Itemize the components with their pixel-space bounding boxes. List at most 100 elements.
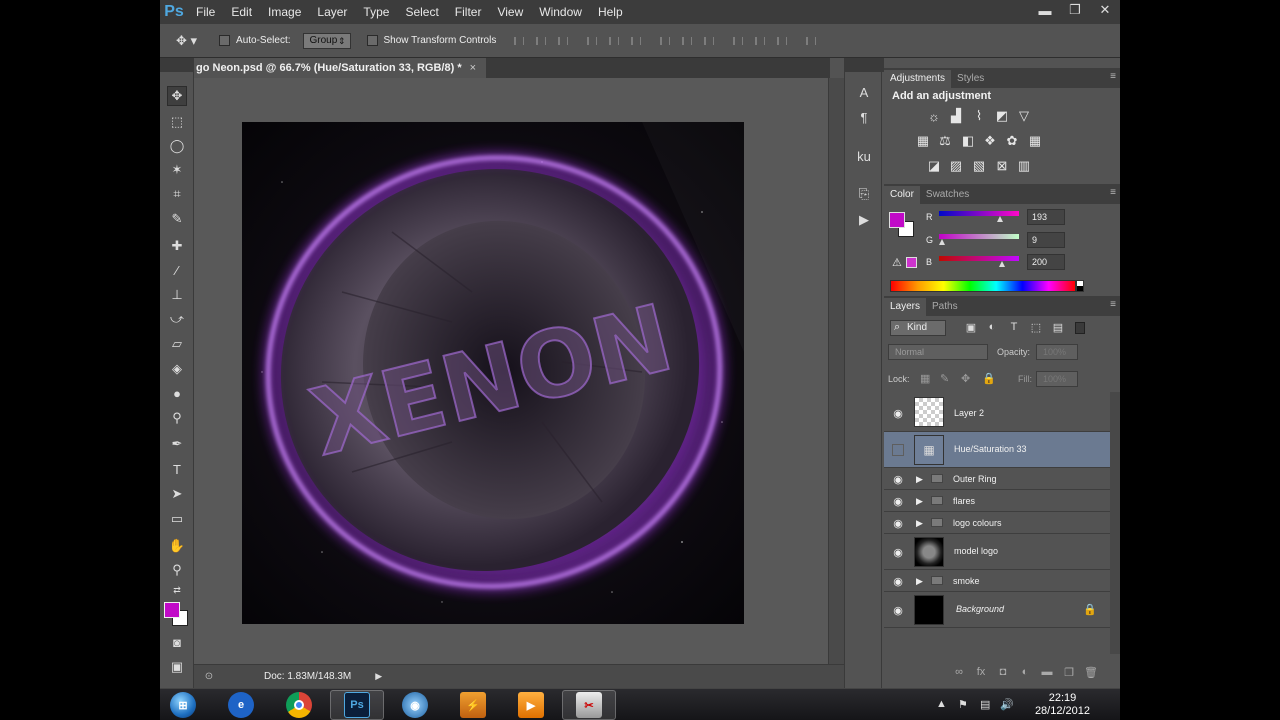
layer-name[interactable]: smoke <box>953 576 980 586</box>
character-panel-icon[interactable]: A <box>854 82 874 102</box>
expand-arrow-icon[interactable]: ▶ <box>916 474 923 485</box>
layer-row[interactable]: ◉ Background 🔒 <box>884 592 1110 628</box>
tab-styles[interactable]: Styles <box>951 70 990 88</box>
expand-arrow-icon[interactable]: ▶ <box>916 518 923 529</box>
dodge-tool-icon[interactable]: ⚲ <box>167 408 187 428</box>
document-close-icon[interactable]: × <box>470 58 476 78</box>
filter-pixel-icon[interactable]: ▣ <box>964 320 978 334</box>
menu-type[interactable]: Type <box>355 0 397 24</box>
threshold-icon[interactable]: ▧ <box>971 158 987 174</box>
zoom-indicator-icon[interactable]: ⊙ <box>194 669 224 685</box>
visibility-off-icon[interactable] <box>892 444 904 456</box>
kuler-panel-icon[interactable]: ku <box>854 146 874 166</box>
align-hcenter-icon[interactable] <box>606 34 622 48</box>
distribute-vcenter-icon[interactable] <box>679 34 695 48</box>
menu-select[interactable]: Select <box>397 0 446 24</box>
menu-file[interactable]: File <box>188 0 223 24</box>
hand-tool-icon[interactable]: ✋ <box>167 536 187 556</box>
red-thumb[interactable] <box>996 216 1003 222</box>
align-left-icon[interactable] <box>584 34 600 48</box>
color-balance-icon[interactable]: ⚖ <box>937 133 953 149</box>
swap-colors-icon[interactable]: ⇄ <box>167 580 187 600</box>
crop-tool-icon[interactable]: ⌗ <box>167 184 187 204</box>
canvas-vertical-scrollbar[interactable] <box>828 78 844 664</box>
healing-tool-icon[interactable]: ✚ <box>167 236 187 256</box>
move-tool-icon[interactable]: ✥ <box>167 86 187 106</box>
blur-tool-icon[interactable]: ● <box>167 383 187 403</box>
layer-row[interactable]: ◉ model logo <box>884 534 1110 570</box>
link-layers-icon[interactable]: ∞ <box>948 665 970 679</box>
selective-color-icon[interactable]: ⊠ <box>994 158 1010 174</box>
move-tool-icon[interactable]: ✥ ▾ <box>176 33 197 49</box>
align-vcenter-icon[interactable] <box>533 34 549 48</box>
color-panel-foreground[interactable] <box>889 212 905 228</box>
blue-slider[interactable] <box>939 256 1019 261</box>
hue-saturation-icon[interactable]: ▦ <box>915 133 931 149</box>
layer-name[interactable]: flares <box>953 496 975 506</box>
layer-row[interactable]: ◉ ▶ logo colours <box>884 512 1110 534</box>
layer-name[interactable]: Hue/Saturation 33 <box>954 444 1027 454</box>
lock-pixels-icon[interactable]: ✎ <box>940 372 949 385</box>
expand-arrow-icon[interactable]: ▶ <box>916 496 923 507</box>
shape-tool-icon[interactable]: ▭ <box>167 509 187 529</box>
filter-toggle[interactable] <box>1075 322 1085 334</box>
actions-panel-icon[interactable]: ▶ <box>854 210 874 230</box>
type-tool-icon[interactable]: T <box>167 459 187 479</box>
document-canvas[interactable]: XENON <box>242 122 744 624</box>
eraser-tool-icon[interactable]: ▱ <box>167 334 187 354</box>
exposure-icon[interactable]: ◩ <box>994 108 1010 124</box>
taskbar-photoshop[interactable]: Ps <box>330 690 384 720</box>
blue-value[interactable]: 200 <box>1027 254 1065 270</box>
screen-mode-icon[interactable]: ▣ <box>167 657 187 677</box>
taskbar-chrome[interactable] <box>272 690 326 720</box>
align-top-icon[interactable] <box>511 34 527 48</box>
trash-icon[interactable]: 🗑 <box>1080 665 1102 679</box>
green-value[interactable]: 9 <box>1027 232 1065 248</box>
brightness-icon[interactable]: ☼ <box>926 108 942 124</box>
volume-icon[interactable]: 🔊 <box>1000 698 1014 711</box>
add-mask-icon[interactable]: ◘ <box>992 665 1014 679</box>
filter-smart-icon[interactable]: ▤ <box>1051 320 1065 334</box>
layer-row[interactable]: ◉ ▶ smoke <box>884 570 1110 592</box>
history-brush-tool-icon[interactable]: ⤻ <box>167 309 187 329</box>
tab-adjustments[interactable]: Adjustments <box>884 70 952 88</box>
eyedropper-tool-icon[interactable]: ✎ <box>167 209 187 229</box>
tray-expand-icon[interactable]: ▲ <box>936 698 947 710</box>
layer-row-selected[interactable]: ▦ Hue/Saturation 33 <box>884 432 1110 468</box>
color-lookup-icon[interactable]: ▦ <box>1027 133 1043 149</box>
taskbar-vlc[interactable]: ▶ <box>504 690 558 720</box>
document-tab[interactable]: go Neon.psd @ 66.7% (Hue/Saturation 33, … <box>194 58 487 78</box>
taskbar-app[interactable]: ⚡ <box>446 690 500 720</box>
filter-shape-icon[interactable]: ⬚ <box>1029 320 1043 334</box>
visibility-eye-icon[interactable]: ◉ <box>892 604 904 617</box>
pen-tool-icon[interactable]: ✒ <box>167 434 187 454</box>
filter-adjustment-icon[interactable]: ◐ <box>985 320 999 334</box>
marquee-tool-icon[interactable]: ⬚ <box>167 112 187 132</box>
photo-filter-icon[interactable]: ❖ <box>982 133 998 149</box>
auto-select-checkbox[interactable] <box>219 35 231 46</box>
vibrance-icon[interactable]: ▽ <box>1016 108 1032 124</box>
layer-name[interactable]: Outer Ring <box>953 474 997 484</box>
levels-icon[interactable]: ▟ <box>948 108 964 124</box>
taskbar-ie[interactable]: e <box>214 690 268 720</box>
distribute-right-icon[interactable] <box>774 34 790 48</box>
network-icon[interactable]: ▤ <box>980 698 990 711</box>
lock-transparency-icon[interactable]: ▦ <box>920 372 930 385</box>
visibility-eye-icon[interactable]: ◉ <box>892 575 904 588</box>
lock-position-icon[interactable]: ✥ <box>961 372 970 385</box>
layer-name[interactable]: Background <box>956 604 1004 614</box>
distribute-bottom-icon[interactable] <box>701 34 717 48</box>
layer-name[interactable]: Layer 2 <box>954 408 984 418</box>
show-transform-checkbox[interactable] <box>366 35 378 46</box>
black-white-icon[interactable]: ◧ <box>960 133 976 149</box>
red-value[interactable]: 193 <box>1027 209 1065 225</box>
panel-menu-icon[interactable]: ≡ <box>1110 187 1116 198</box>
web-safe-swatch[interactable] <box>906 257 917 268</box>
status-menu-arrow-icon[interactable]: ▶ <box>375 671 382 682</box>
distribute-hcenter-icon[interactable] <box>752 34 768 48</box>
distribute-top-icon[interactable] <box>657 34 673 48</box>
menu-layer[interactable]: Layer <box>309 0 355 24</box>
new-adjustment-icon[interactable]: ◐ <box>1014 665 1036 679</box>
layers-scrollbar[interactable] <box>1110 392 1120 654</box>
tab-color[interactable]: Color <box>884 186 920 204</box>
